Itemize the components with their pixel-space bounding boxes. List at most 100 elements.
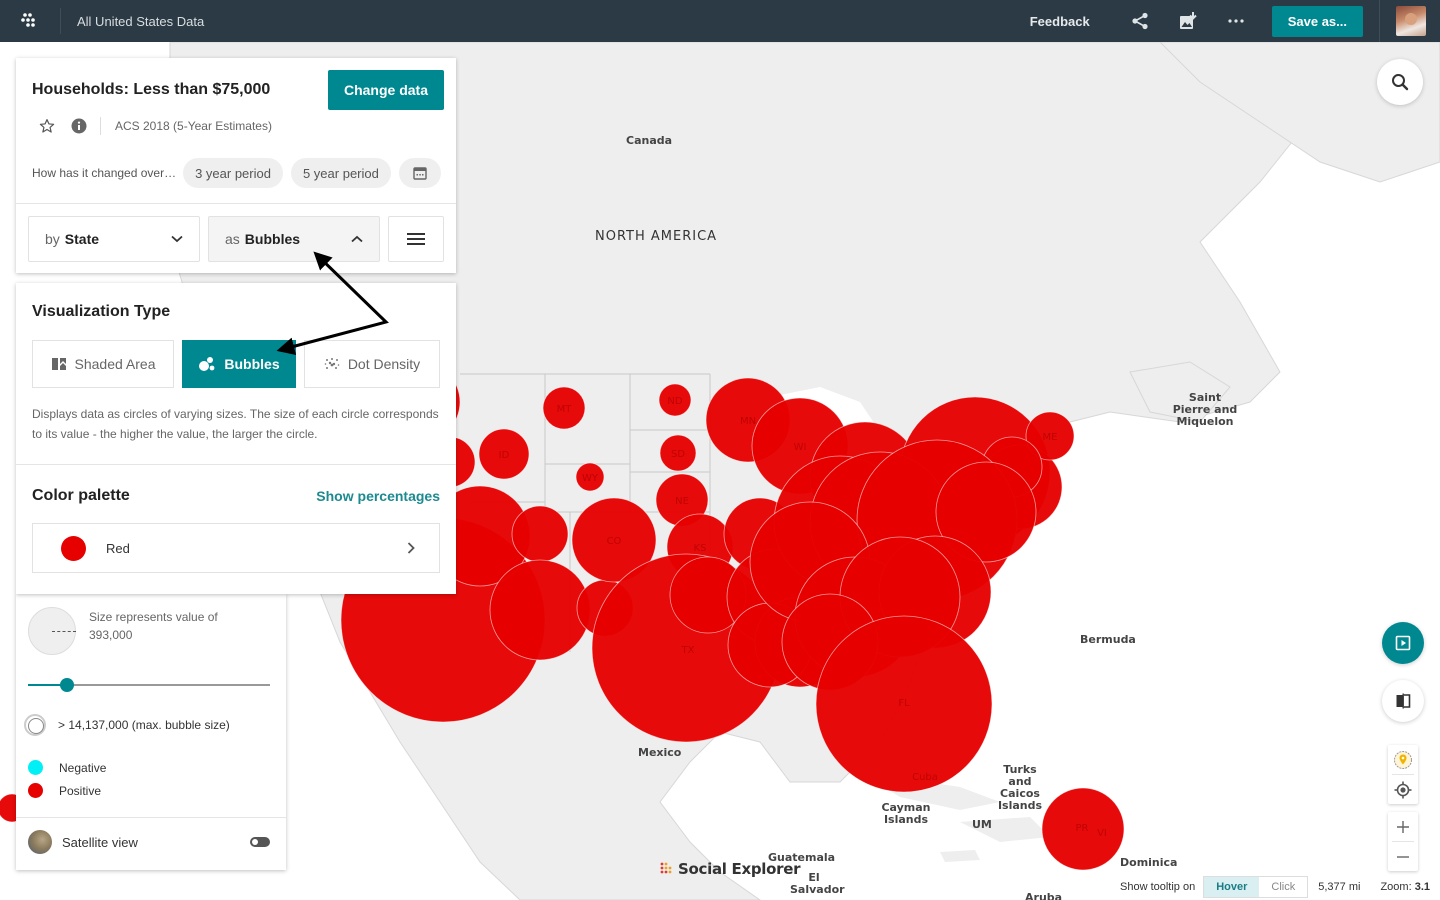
max-bubble-icon [24,714,46,736]
chevron-up-icon [351,235,363,243]
legend-item-negative: Negative [28,760,106,775]
viz-value: Bubbles [244,231,301,247]
location-pin-icon [1394,750,1412,769]
visualization-type-dropdown[interactable]: as Bubbles [208,216,380,262]
state-bubble[interactable] [511,505,569,563]
viz-option-label: Dot Density [347,356,421,372]
max-bubble-row: > 14,137,000 (max. bubble size) [24,714,230,736]
state-label-cuba: Cuba [912,772,938,783]
size-reference-text: Size represents value of 393,000 [89,608,218,644]
map-label-um: UM [972,818,992,831]
divider [16,203,456,204]
menu-button[interactable] [388,216,444,262]
period-3-year-button[interactable]: 3 year period [183,158,283,188]
state-label-vi: VI [1097,828,1107,839]
legend-panel: Size represents value of 393,000 > 14,13… [16,594,286,870]
satellite-view-toggle[interactable] [250,837,270,847]
state-bubble[interactable] [489,559,591,661]
color-palette-heading: Color palette [32,487,130,504]
feedback-link[interactable]: Feedback [1030,14,1090,29]
geography-level-dropdown[interactable]: by State [28,216,200,262]
apps-grid-icon[interactable] [0,0,60,42]
period-5-year-button[interactable]: 5 year period [290,158,391,188]
share-icon[interactable] [1128,9,1152,33]
top-bar: All United States Data Feedback Save as.… [0,0,1440,42]
topbar-divider [60,8,61,34]
color-palette-selector[interactable]: Red [32,523,440,573]
zoom-out-button[interactable] [1388,842,1418,871]
user-avatar[interactable] [1396,6,1426,36]
info-icon[interactable] [70,117,88,135]
export-image-icon[interactable] [1176,9,1200,33]
state-label-id: ID [499,450,510,461]
state-label-mt: MT [557,404,573,415]
zoom-in-button[interactable] [1388,812,1418,841]
more-icon[interactable] [1224,9,1248,33]
map-label-saint-pierre: Saint Pierre and Miquelon [1172,391,1238,428]
satellite-view-row: Satellite view [28,830,270,854]
change-data-button[interactable]: Change data [327,70,444,110]
hamburger-menu-icon [407,233,425,245]
viz-option-bubbles[interactable]: Bubbles [182,340,296,388]
star-icon[interactable] [38,117,56,135]
map-label-mexico: Mexico [638,746,682,759]
location-pin-button[interactable] [1388,745,1418,774]
size-value: 393,000 [89,628,133,642]
play-slide-icon [1395,635,1411,651]
slider-thumb[interactable] [59,678,74,692]
geo-value: State [64,231,100,247]
viz-option-shaded-area[interactable]: Shaded Area [32,340,174,388]
scale-distance: 5,377 mi [1318,881,1361,893]
negative-swatch [28,760,43,775]
calendar-icon [413,167,427,180]
satellite-view-label: Satellite view [62,834,138,850]
show-percentages-link[interactable]: Show percentages [316,488,440,504]
viz-option-label: Bubbles [224,356,280,372]
app-title: All United States Data [77,13,205,29]
tooltip-click-option[interactable]: Click [1259,877,1308,897]
state-label-wy: WY [582,473,599,484]
social-explorer-logo: Social Explorer [660,860,801,878]
zoom-value: 3.1 [1414,881,1430,893]
legend-item-label: Positive [59,783,102,798]
map-label-canada: Canada [626,134,673,147]
split-view-icon [1396,693,1411,709]
state-label-nd: ND [667,396,682,407]
palette-swatch [61,535,86,561]
change-question: How has it changed over… [32,166,177,180]
visualization-type-heading: Visualization Type [32,303,171,320]
map-search-button[interactable] [1377,59,1423,105]
divider [16,464,456,465]
social-explorer-logo-icon [660,862,672,874]
survey-name[interactable]: ACS 2018 (5-Year Estimates) [115,119,272,133]
zoom-level: Zoom: 3.1 [1380,881,1430,893]
crosshair-icon [1394,781,1412,798]
state-label-me: ME [1043,432,1058,443]
presentation-button[interactable] [1382,622,1424,664]
search-icon [1392,74,1409,91]
save-as-button[interactable]: Save as... [1271,5,1363,37]
viz-option-dot-density[interactable]: Dot Density [304,340,440,388]
max-bubble-label: > 14,137,000 (max. bubble size) [58,718,230,732]
calendar-button[interactable] [398,158,441,188]
state-label-sd: SD [671,449,685,460]
size-label: Size represents value of [89,610,218,624]
satellite-thumbnail [28,830,52,854]
my-location-button[interactable] [1388,775,1418,804]
data-title: Households: Less than $75,000 [32,81,271,98]
map-label-cayman: Cayman Islands [881,801,931,826]
state-label-tx: TX [681,645,695,656]
state-label-co: CO [607,536,622,547]
tooltip-mode-label: Show tooltip on [1120,881,1196,893]
bubble-size-slider[interactable] [28,678,270,692]
map-label-north-america: NORTH AMERICA [595,229,718,244]
viz-prefix: as [225,231,240,247]
visualization-panel: Visualization Type Shaded Area Bubbles D… [16,283,456,594]
location-controls [1388,745,1418,804]
state-label-fl: FL [898,698,910,709]
state-label-mn: MN [740,416,756,427]
visualization-description: Displays data as circles of varying size… [32,407,439,441]
divider [16,817,286,818]
tooltip-hover-option[interactable]: Hover [1204,877,1260,897]
swipe-compare-button[interactable] [1382,680,1424,722]
